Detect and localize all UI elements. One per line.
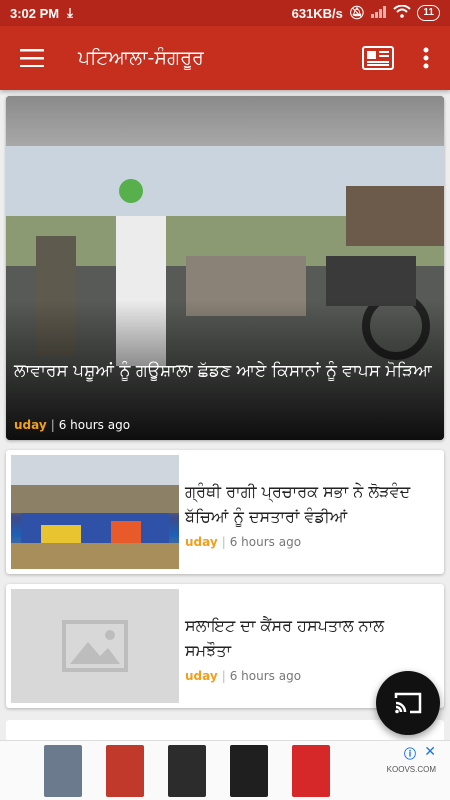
battery-indicator: 11 bbox=[417, 5, 440, 21]
article-time: 6 hours ago bbox=[58, 418, 131, 432]
cast-button[interactable] bbox=[376, 671, 440, 735]
article-thumbnail-placeholder bbox=[11, 589, 179, 703]
ad-close-icon[interactable]: ✕ bbox=[424, 744, 436, 760]
featured-article-meta: uday | 6 hours ago bbox=[14, 418, 131, 432]
ad-product-image[interactable] bbox=[168, 744, 206, 797]
article-card[interactable]: ਗ੍ਰੰਥੀ ਰਾਗੀ ਪ੍ਰਚਾਰਕ ਸਭਾ ਨੇ ਲੋੜਵੰਦ ਬੱਚਿਆਂ… bbox=[6, 450, 444, 574]
cast-icon bbox=[394, 692, 422, 714]
ad-product-image[interactable] bbox=[106, 744, 144, 797]
article-author: uday bbox=[14, 418, 47, 432]
network-speed: 631KB/s bbox=[291, 5, 343, 21]
article-thumbnail bbox=[11, 455, 179, 569]
image-placeholder-icon bbox=[62, 620, 128, 672]
newspaper-icon bbox=[362, 46, 394, 70]
hamburger-icon bbox=[20, 49, 44, 67]
ad-brand-label: KOOVS.COM bbox=[386, 765, 436, 774]
featured-article-title[interactable]: ਲਾਵਾਰਸ ਪਸ਼ੂਆਂ ਨੂੰ ਗਊਸ਼ਾਲਾ ਛੱਡਣ ਆਏ ਕਿਸਾਨਾ… bbox=[14, 358, 434, 384]
page-title: ਪਟਿਆਲਾ-ਸੰਗਰੂਰ bbox=[78, 47, 204, 69]
ad-product-image[interactable] bbox=[44, 744, 82, 797]
signal-icon bbox=[371, 5, 387, 21]
mute-icon: 🔕︎ bbox=[348, 5, 366, 20]
status-time: 3:02 PM bbox=[10, 5, 60, 21]
ad-banner[interactable]: ⓘ ✕ KOOVS.COM bbox=[0, 740, 450, 800]
overflow-menu-button[interactable] bbox=[402, 26, 450, 90]
article-author: uday bbox=[185, 535, 218, 549]
article-time: 6 hours ago bbox=[229, 535, 302, 549]
article-title[interactable]: ਸਲਾਇਟ ਦਾ ਕੈਂਸਰ ਹਸਪਤਾਲ ਨਾਲ ਸਮਝੌਤਾ bbox=[185, 613, 431, 663]
article-card-partial[interactable] bbox=[6, 720, 444, 740]
epaper-button[interactable] bbox=[354, 26, 402, 90]
wifi-icon bbox=[393, 4, 412, 21]
download-icon: ⤓ bbox=[67, 5, 73, 20]
article-title[interactable]: ਗ੍ਰੰਥੀ ਰਾਗੀ ਪ੍ਰਚਾਰਕ ਸਭਾ ਨੇ ਲੋੜਵੰਦ ਬੱਚਿਆਂ… bbox=[185, 479, 431, 529]
article-author: uday bbox=[185, 669, 218, 683]
more-vert-icon bbox=[423, 47, 429, 69]
menu-button[interactable] bbox=[0, 26, 64, 90]
featured-article-card[interactable]: ਲਾਵਾਰਸ ਪਸ਼ੂਆਂ ਨੂੰ ਗਊਸ਼ਾਲਾ ਛੱਡਣ ਆਏ ਕਿਸਾਨਾ… bbox=[6, 96, 444, 440]
ad-info-icon[interactable]: ⓘ bbox=[404, 745, 416, 762]
hero-blur-strip bbox=[6, 96, 444, 146]
app-bar: ਪਟਿਆਲਾ-ਸੰਗਰੂਰ bbox=[0, 26, 450, 90]
news-feed[interactable]: ਲਾਵਾਰਸ ਪਸ਼ੂਆਂ ਨੂੰ ਗਊਸ਼ਾਲਾ ਛੱਡਣ ਆਏ ਕਿਸਾਨਾ… bbox=[0, 90, 450, 740]
article-meta: uday | 6 hours ago bbox=[185, 535, 302, 549]
ad-product-image[interactable] bbox=[230, 744, 268, 797]
status-bar: 3:02 PM ⤓ 631KB/s 🔕︎ 11 bbox=[0, 0, 450, 26]
article-time: 6 hours ago bbox=[229, 669, 302, 683]
ad-product-image[interactable] bbox=[292, 744, 330, 797]
